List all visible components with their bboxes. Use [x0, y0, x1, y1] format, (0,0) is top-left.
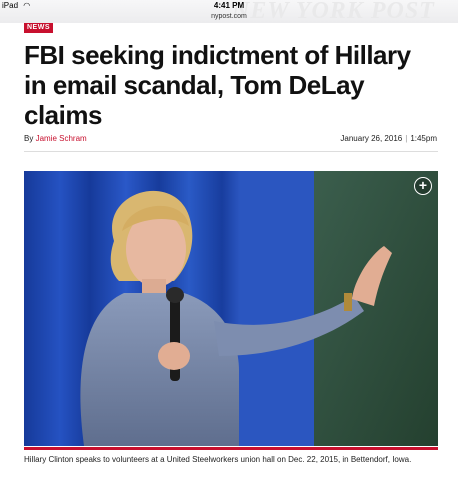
- photo-illustration: [24, 171, 438, 446]
- status-bar: iPad ◠ 4:41 PM: [0, 0, 458, 11]
- plus-circle-icon[interactable]: +: [414, 177, 432, 195]
- divider: [24, 151, 438, 152]
- byline: By Jamie Schram: [24, 134, 87, 143]
- caption-rule: [24, 447, 438, 450]
- url-bar[interactable]: nypost.com: [0, 11, 458, 23]
- section-badge[interactable]: NEWS: [24, 23, 53, 33]
- article-headline: FBI seeking indictment of Hillary in ema…: [24, 40, 411, 130]
- publish-timestamp: January 26, 2016 | 1:45pm: [340, 134, 437, 143]
- byline-prefix: By: [24, 134, 34, 143]
- publish-time: 1:45pm: [410, 134, 437, 143]
- microphone-head: [166, 287, 184, 303]
- status-time: 4:41 PM: [213, 1, 245, 10]
- bracelet-shape: [344, 293, 352, 311]
- photo-caption: Hillary Clinton speaks to volunteers at …: [24, 455, 412, 464]
- publish-date: January 26, 2016: [340, 134, 403, 143]
- date-separator: |: [405, 134, 408, 143]
- jacket-shape: [80, 293, 239, 446]
- article-photo[interactable]: +: [24, 171, 438, 446]
- author-link[interactable]: Jamie Schram: [36, 134, 87, 143]
- hand-with-mic: [158, 342, 190, 370]
